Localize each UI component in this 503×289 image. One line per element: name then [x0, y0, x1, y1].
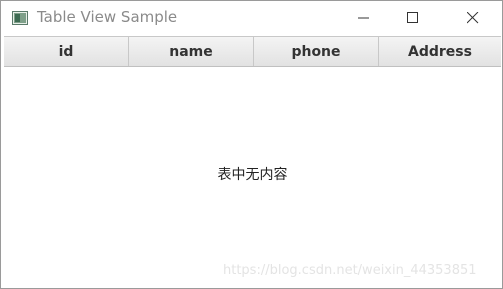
column-header-id[interactable]: id — [4, 37, 129, 66]
column-header-name[interactable]: name — [129, 37, 254, 66]
empty-table-placeholder: 表中无内容 — [217, 167, 288, 183]
maximize-button[interactable] — [390, 1, 436, 35]
window-title: Table View Sample — [37, 8, 178, 26]
column-header-address[interactable]: Address — [379, 37, 501, 66]
watermark-text: https://blog.csdn.net/weixin_44353851 — [223, 263, 477, 278]
app-window: Table View Sample id name phone Address … — [0, 0, 503, 289]
close-button[interactable] — [450, 1, 496, 35]
title-bar[interactable]: Table View Sample — [1, 1, 502, 35]
table-header: id name phone Address — [4, 36, 501, 67]
column-header-phone[interactable]: phone — [254, 37, 379, 66]
close-icon — [467, 12, 479, 24]
java-app-icon — [12, 10, 28, 25]
minimize-button[interactable] — [341, 1, 387, 35]
minimize-icon — [358, 17, 369, 19]
maximize-icon — [407, 12, 418, 23]
table-view[interactable]: id name phone Address 表中无内容 — [4, 36, 501, 286]
